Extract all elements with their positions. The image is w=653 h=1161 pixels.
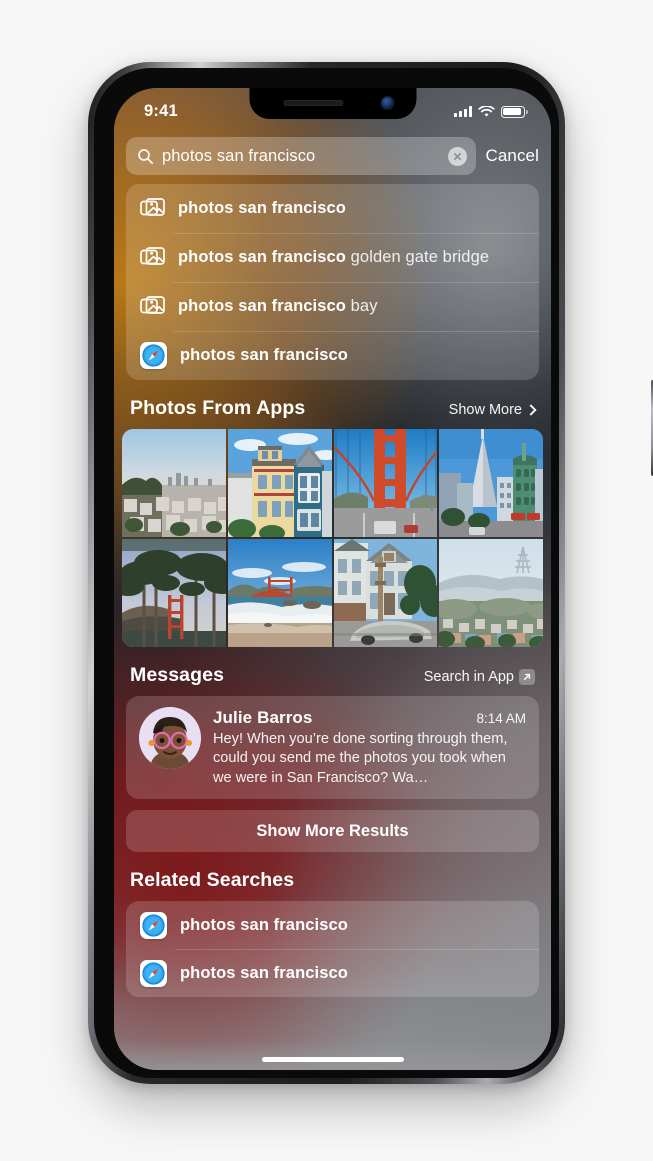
photo-thumbnail[interactable]: [439, 429, 543, 537]
photo-thumbnail[interactable]: [227, 539, 332, 647]
status-indicators: [454, 105, 528, 118]
earpiece-speaker-icon: [283, 100, 343, 106]
memoji-avatar: [139, 707, 201, 769]
show-more-label: Show More: [448, 402, 522, 418]
message-body: Julie Barros 8:14 AM Hey! When you’re do…: [213, 707, 526, 788]
display-notch: [249, 88, 416, 119]
photo-thumbnail[interactable]: [122, 539, 226, 647]
suggestion-label: photos san francisco bay: [178, 297, 378, 315]
photo-thumbnail[interactable]: [122, 429, 226, 537]
cancel-button[interactable]: Cancel: [485, 146, 539, 166]
suggestion-label: photos san francisco: [178, 199, 346, 217]
related-searches-card: photos san francisco photos san francisc…: [126, 901, 539, 998]
suggestion-row-0[interactable]: photos san francisco: [126, 184, 539, 233]
messages-section-header: Messages Search in App: [114, 647, 551, 696]
status-time: 9:41: [144, 102, 178, 120]
photos-stack-icon: [140, 245, 165, 270]
message-preview: Hey! When you’re done sorting through th…: [213, 731, 508, 786]
cellular-bars-icon: [454, 106, 472, 117]
search-icon: [138, 148, 154, 164]
search-input-value: photos san francisco: [162, 146, 316, 165]
photos-section-title: Photos From Apps: [130, 397, 306, 419]
search-in-app-button[interactable]: Search in App: [424, 669, 535, 687]
show-more-results-button[interactable]: Show More Results: [126, 810, 539, 853]
battery-icon: [501, 105, 528, 118]
related-section-title: Related Searches: [130, 869, 295, 892]
phone-device-frame: 9:41 photos san francisco Cancel photos …: [88, 62, 653, 1084]
photos-stack-icon: [140, 196, 165, 221]
safari-icon: [140, 342, 167, 369]
safari-icon: [140, 911, 167, 939]
clear-circle-icon[interactable]: [448, 146, 468, 166]
suggestion-label: photos san francisco: [180, 346, 348, 364]
arrow-up-right-box-icon: [519, 669, 535, 685]
related-search-row-1[interactable]: photos san francisco: [126, 949, 539, 997]
photos-stack-icon: [140, 294, 165, 319]
show-more-photos-button[interactable]: Show More: [448, 402, 537, 420]
photo-thumbnail[interactable]: [227, 429, 332, 537]
search-bar-row: photos san francisco Cancel: [114, 132, 551, 184]
message-result-card[interactable]: Julie Barros 8:14 AM Hey! When you’re do…: [126, 696, 539, 800]
related-search-label: photos san francisco: [180, 915, 348, 934]
chevron-right-icon: [525, 404, 537, 416]
safari-icon: [140, 959, 167, 987]
suggestion-label: photos san francisco golden gate bridge: [178, 248, 490, 266]
photos-section-header: Photos From Apps Show More: [114, 380, 551, 429]
search-suggestions-card: photos san francisco photos san francisc…: [126, 184, 539, 380]
message-timestamp: 8:14 AM: [476, 711, 526, 726]
suggestion-row-2[interactable]: photos san francisco bay: [126, 282, 539, 331]
photo-thumbnail[interactable]: [439, 539, 543, 647]
suggestion-row-3[interactable]: photos san francisco: [126, 331, 539, 380]
search-in-app-label: Search in App: [423, 669, 514, 685]
related-search-label: photos san francisco: [180, 963, 348, 982]
photo-thumbnail[interactable]: [333, 429, 438, 537]
photos-grid: [122, 429, 543, 647]
message-sender: Julie Barros: [213, 708, 313, 727]
spotlight-search-results: photos san francisco Cancel photos san f…: [114, 132, 551, 1070]
photo-thumbnail[interactable]: [333, 539, 438, 647]
wifi-icon: [478, 105, 495, 117]
phone-screen: 9:41 photos san francisco Cancel photos …: [114, 88, 551, 1070]
screenshot-stage: 9:41 photos san francisco Cancel photos …: [0, 0, 653, 1161]
related-section-header: Related Searches: [114, 852, 551, 901]
related-search-row-0[interactable]: photos san francisco: [126, 901, 539, 949]
messages-section-title: Messages: [130, 664, 225, 686]
search-input[interactable]: photos san francisco: [126, 137, 477, 175]
suggestion-row-1[interactable]: photos san francisco golden gate bridge: [126, 233, 539, 282]
phone-bezel: 9:41 photos san francisco Cancel photos …: [94, 68, 559, 1078]
front-camera-icon: [380, 96, 394, 110]
message-header-row: Julie Barros 8:14 AM: [213, 708, 526, 728]
home-indicator[interactable]: [261, 1057, 404, 1062]
